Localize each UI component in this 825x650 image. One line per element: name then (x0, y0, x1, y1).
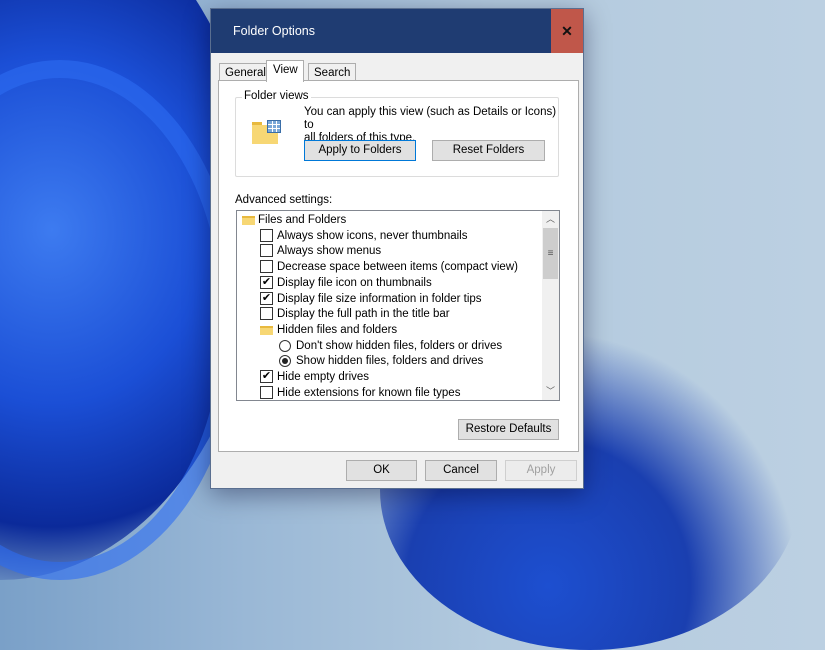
ok-button[interactable]: OK (346, 460, 417, 481)
list-item-label: Files and Folders (258, 214, 347, 226)
dialog-title: Folder Options (233, 24, 315, 38)
advanced-settings-label: Advanced settings: (235, 194, 333, 206)
list-item-label: Show hidden files, folders and drives (296, 355, 484, 368)
restore-defaults-button[interactable]: Restore Defaults (458, 419, 559, 440)
list-item-label: Display file size information in folder … (277, 292, 482, 305)
list-item-label: Don't show hidden files, folders or driv… (296, 339, 503, 352)
folder-views-group: Folder views You can apply this view (su… (235, 90, 559, 177)
folder-icon (242, 216, 255, 225)
checkbox[interactable] (260, 307, 273, 321)
tab-view[interactable]: View (266, 60, 304, 82)
apply-to-folders-button[interactable]: Apply to Folders (304, 140, 416, 161)
checkbox[interactable] (260, 228, 273, 242)
list-item-label: Always show icons, never thumbnails (277, 229, 468, 242)
list-item-label: Decrease space between items (compact vi… (277, 261, 518, 274)
checkbox[interactable]: ✔ (260, 275, 273, 289)
advanced-settings-list[interactable]: ︿ ≡ ﹀ Files and Folders Always show icons… (236, 210, 560, 401)
scrollbar[interactable]: ︿ ≡ ﹀ (542, 211, 559, 400)
list-item-label: Display the full path in the title bar (277, 308, 450, 321)
scroll-down-button[interactable]: ﹀ (542, 383, 559, 400)
folder-options-dialog: Folder Options ✕ General View Search Fol… (210, 8, 584, 489)
radio-button[interactable] (279, 355, 291, 368)
close-button[interactable]: ✕ (551, 9, 583, 53)
checkbox[interactable] (260, 244, 273, 258)
folder-view-icon (252, 120, 282, 144)
checkbox[interactable]: ✔ (260, 370, 273, 383)
list-item-label: Display file icon on thumbnails (277, 276, 432, 289)
folder-icon (260, 325, 273, 335)
radio-button[interactable] (279, 339, 291, 352)
folder-views-label: Folder views (242, 90, 311, 102)
title-bar[interactable]: Folder Options ✕ (211, 9, 583, 53)
checkbox[interactable]: ✔ (260, 291, 273, 305)
scroll-up-button[interactable]: ︿ (542, 211, 559, 228)
view-tab-panel: Folder views You can apply this view (su… (218, 80, 579, 452)
checkbox[interactable] (260, 385, 273, 399)
cancel-button[interactable]: Cancel (425, 460, 497, 481)
reset-folders-button[interactable]: Reset Folders (432, 140, 545, 161)
apply-button[interactable]: Apply (505, 460, 577, 481)
list-item-label: Hide empty drives (277, 371, 370, 383)
close-icon: ✕ (561, 23, 573, 39)
list-item-label: Always show menus (277, 245, 382, 258)
scrollbar-thumb[interactable]: ≡ (543, 228, 558, 279)
checkbox[interactable] (260, 260, 273, 274)
list-item-label: Hide extensions for known file types (277, 386, 461, 399)
list-item-label: Hidden files and folders (277, 323, 398, 336)
